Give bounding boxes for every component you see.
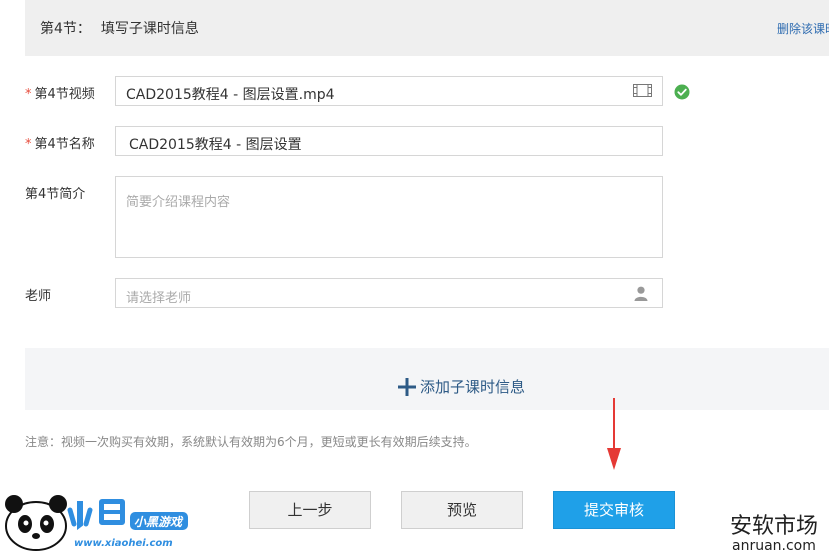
annotation-arrow <box>607 398 621 470</box>
name-label-text: 第4节名称 <box>34 137 95 152</box>
user-icon[interactable] <box>634 286 648 301</box>
intro-textarea[interactable]: 简要介绍课程内容 <box>115 176 663 258</box>
section-title: 第4节： 填写子课时信息 <box>40 18 199 38</box>
teacher-placeholder: 请选择老师 <box>126 291 192 306</box>
name-value: CAD2015教程4 - 图层设置 <box>129 137 302 153</box>
section-header: 第4节： 填写子课时信息 删除该课时 <box>25 0 829 56</box>
teacher-label: 老师 <box>25 289 52 304</box>
watermark-right-cn: 安软市场 <box>730 514 819 539</box>
film-icon[interactable] <box>633 84 652 97</box>
xiaohei-watermark-logo: 小黑游戏 www.xiaohei.com <box>0 486 200 554</box>
intro-label: 第4节简介 <box>25 187 86 202</box>
success-check-icon <box>674 84 690 100</box>
watermark-right-en: anruan.com <box>732 538 816 554</box>
preview-button[interactable]: 预览 <box>401 491 523 529</box>
video-label-text: 第4节视频 <box>34 87 95 102</box>
add-sub-lesson-bar: 添加子课时信息 <box>25 348 829 410</box>
anruan-watermark: 安软市场 anruan.com <box>730 508 829 555</box>
validity-note: 注意：视频一次购买有效期，系统默认有效期为6个月，更短或更长有效期后续支持。 <box>25 435 477 449</box>
name-label: * 第4节名称 <box>25 133 95 152</box>
video-field[interactable]: CAD2015教程4 - 图层设置.mp4 <box>115 76 663 106</box>
submit-review-button[interactable]: 提交审核 <box>553 491 675 529</box>
video-value: CAD2015教程4 - 图层设置.mp4 <box>126 87 335 103</box>
required-mark: * <box>25 87 32 102</box>
name-field[interactable]: CAD2015教程4 - 图层设置 <box>115 126 663 156</box>
prev-step-button[interactable]: 上一步 <box>249 491 371 529</box>
watermark-left-site: www.xiaohei.com <box>74 538 173 549</box>
watermark-left-brand: 小黑游戏 <box>134 515 183 529</box>
section-title-text: 填写子课时信息 <box>100 21 199 37</box>
plus-icon <box>398 377 416 396</box>
video-label: * 第4节视频 <box>25 83 95 102</box>
teacher-select[interactable]: 请选择老师 <box>115 278 663 308</box>
add-sub-lesson-button[interactable]: 添加子课时信息 <box>398 376 525 397</box>
intro-placeholder: 简要介绍课程内容 <box>126 195 231 210</box>
add-sub-lesson-label: 添加子课时信息 <box>420 378 526 396</box>
required-mark: * <box>25 137 32 152</box>
section-number: 第4节： <box>40 21 91 37</box>
delete-lesson-link[interactable]: 删除该课时 <box>777 20 829 37</box>
